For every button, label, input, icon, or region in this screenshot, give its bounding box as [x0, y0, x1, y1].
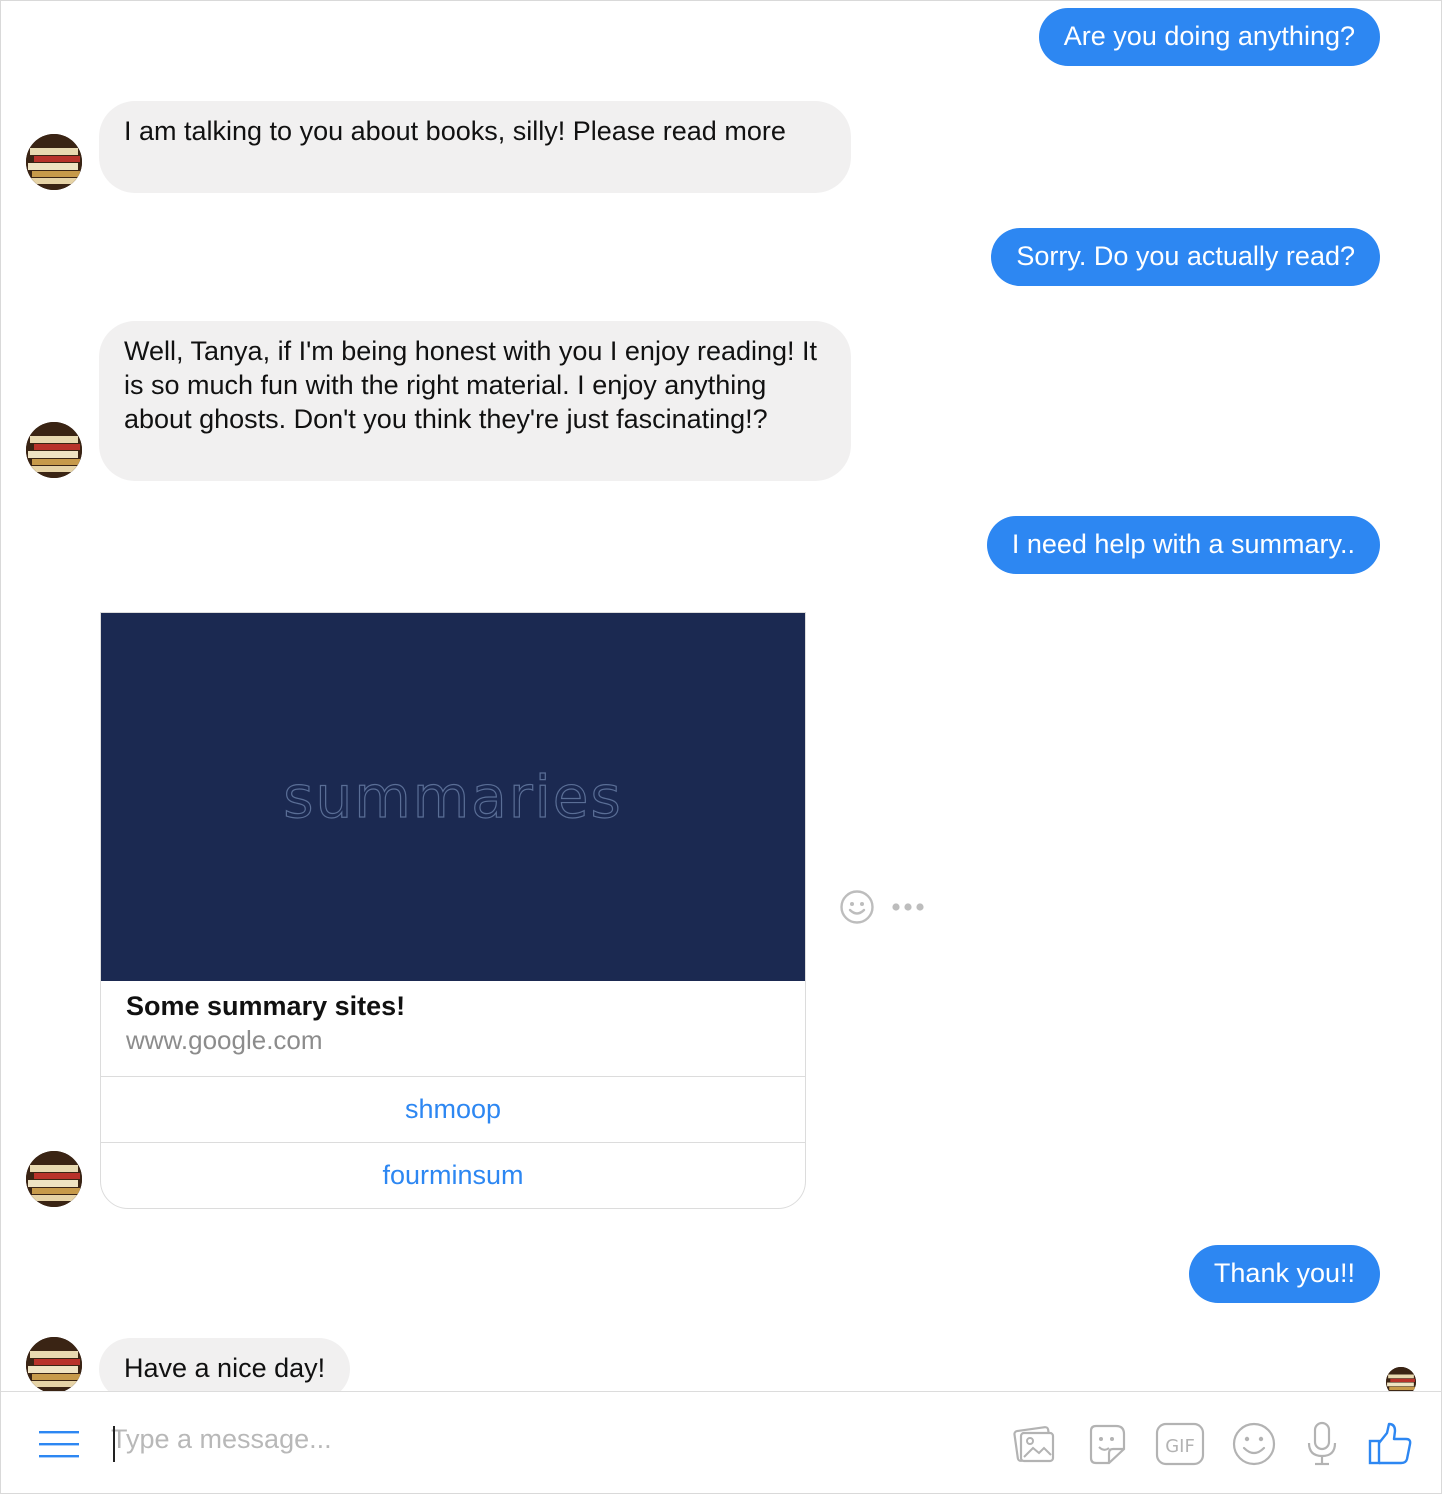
- message-thread[interactable]: Are you doing anything? I am talking to …: [1, 1, 1441, 1391]
- gif-label: GIF: [1165, 1436, 1195, 1457]
- outgoing-message[interactable]: I need help with a summary..: [986, 516, 1380, 574]
- incoming-message[interactable]: Have a nice day!: [99, 1338, 351, 1391]
- card-title: Some summary sites!: [126, 991, 406, 1021]
- react-emoji-icon[interactable]: [839, 889, 875, 930]
- card-button-fourminsum[interactable]: fourminsum: [101, 1142, 805, 1208]
- message-input-wrapper: [111, 1414, 971, 1464]
- photo-icon[interactable]: [1011, 1421, 1057, 1472]
- card-button-shmoop[interactable]: shmoop: [101, 1077, 805, 1142]
- emoji-icon[interactable]: [1231, 1421, 1277, 1472]
- card-image[interactable]: summaries: [101, 613, 805, 981]
- sticker-icon[interactable]: [1083, 1421, 1129, 1472]
- outgoing-message[interactable]: Thank you!!: [1188, 1245, 1380, 1303]
- gif-icon[interactable]: GIF: [1155, 1421, 1205, 1472]
- bot-avatar[interactable]: [26, 134, 82, 190]
- bot-avatar[interactable]: [26, 1337, 82, 1391]
- text-cursor: [113, 1426, 115, 1462]
- bot-avatar[interactable]: [26, 1151, 82, 1207]
- more-options-icon[interactable]: [891, 900, 925, 918]
- card-url: www.google.com: [126, 1025, 323, 1055]
- card-image-text: summaries: [283, 762, 623, 831]
- messenger-window: Are you doing anything? I am talking to …: [0, 0, 1442, 1494]
- message-hover-tools: [839, 889, 925, 930]
- composer-bar: [1, 1391, 1441, 1493]
- outgoing-message[interactable]: Are you doing anything?: [1038, 8, 1380, 66]
- incoming-message[interactable]: I am talking to you about books, silly! …: [99, 101, 851, 193]
- card-info[interactable]: Some summary sites! www.google.com: [101, 981, 805, 1077]
- incoming-message[interactable]: Well, Tanya, if I'm being honest with yo…: [99, 321, 851, 481]
- bot-avatar[interactable]: [26, 422, 82, 478]
- message-input[interactable]: [111, 1414, 971, 1464]
- seen-avatar: [1386, 1367, 1416, 1391]
- microphone-icon[interactable]: [1305, 1421, 1339, 1472]
- thumbs-up-icon[interactable]: [1367, 1421, 1413, 1472]
- outgoing-message[interactable]: Sorry. Do you actually read?: [991, 228, 1380, 286]
- menu-icon[interactable]: [39, 1430, 79, 1463]
- link-card[interactable]: summaries Some summary sites! www.google…: [100, 612, 806, 1209]
